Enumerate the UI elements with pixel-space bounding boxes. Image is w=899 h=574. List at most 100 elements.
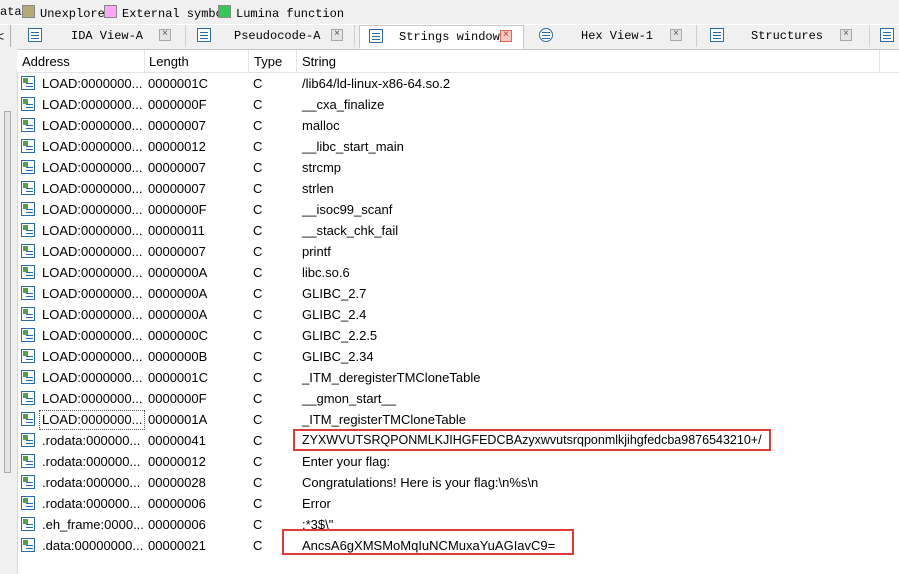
tab-strings-window[interactable]: Strings window × [359, 25, 524, 49]
table-row[interactable]: .rodata:000000... 00000012 C Enter your fla… [17, 451, 899, 472]
column-divider[interactable] [248, 50, 249, 72]
string-entry-icon [21, 139, 35, 153]
column-string[interactable]: String [302, 54, 336, 70]
close-icon[interactable]: × [500, 30, 512, 42]
legend-item-external-symbol: External symbol [104, 5, 230, 21]
table-row[interactable]: LOAD:0000000... 0000000A C GLIBC_2.4 [17, 304, 899, 325]
table-row[interactable]: .rodata:000000... 00000041 C ZYXWVUTSRQPONM… [17, 429, 899, 451]
legend-item-data: ata [0, 5, 22, 19]
tab-label: Pseudocode-A [234, 29, 321, 43]
column-divider[interactable] [879, 50, 880, 72]
string-entry-icon [21, 286, 35, 300]
address-cell: LOAD:0000000... [42, 202, 143, 217]
type-cell: C [253, 496, 263, 511]
address-cell: .data:00000000... [42, 538, 144, 553]
column-length[interactable]: Length [149, 54, 189, 70]
tab-more[interactable] [874, 25, 899, 47]
type-cell: C [253, 244, 263, 259]
column-address[interactable]: Address [22, 54, 70, 70]
address-cell: LOAD:0000000... [42, 370, 143, 385]
left-scroll-arrow[interactable]: < [0, 25, 11, 47]
string-entry-icon [21, 370, 35, 384]
string-cell: __isoc99_scanf [302, 202, 393, 217]
table-row[interactable]: LOAD:0000000... 0000000F C __gmon_start__ [17, 388, 899, 409]
length-cell: 0000000C [148, 328, 208, 343]
length-cell: 00000006 [148, 496, 206, 511]
enums-icon [880, 28, 894, 42]
tab-hex-view-1[interactable]: Hex View-1 × [528, 25, 697, 47]
tab-label: Hex View-1 [581, 29, 654, 43]
column-divider[interactable] [144, 50, 145, 72]
structures-icon [710, 28, 724, 42]
left-scrollbar[interactable] [4, 111, 11, 473]
address-cell: LOAD:0000000... [42, 139, 143, 154]
string-cell: __stack_chk_fail [302, 223, 399, 238]
string-entry-icon [21, 496, 35, 510]
tab-ida-view-a[interactable]: IDA View-A × [21, 25, 186, 47]
table-row[interactable]: .rodata:000000... 00000006 C Error [17, 493, 899, 514]
type-cell: C [253, 307, 263, 322]
string-entry-icon [21, 97, 35, 111]
column-type[interactable]: Type [254, 54, 282, 70]
type-cell: C [253, 328, 263, 343]
type-cell: C [253, 118, 263, 133]
table-row[interactable]: LOAD:0000000... 00000007 Cmalloc [17, 115, 899, 136]
type-cell: C [253, 370, 263, 385]
string-cell: GLIBC_2.4 [302, 307, 367, 322]
string-cell: _ITM_registerTMCloneTable [302, 412, 467, 427]
strings-icon [369, 29, 383, 43]
type-cell: C [253, 412, 263, 427]
pseudocode-icon [197, 28, 211, 42]
length-cell: 0000000A [148, 286, 208, 301]
close-icon[interactable]: × [331, 29, 343, 41]
address-cell: LOAD:0000000... [42, 307, 143, 322]
type-cell: C [253, 286, 263, 301]
type-cell: C [253, 160, 263, 175]
table-row[interactable]: LOAD:0000000... 0000001C C/lib64/ld-linux-… [17, 73, 899, 94]
type-cell: C [253, 265, 263, 280]
table-row[interactable]: LOAD:0000000... 0000000F C __isoc99_scanf [17, 199, 899, 220]
address-cell: LOAD:0000000... [42, 76, 143, 91]
table-row[interactable]: .rodata:000000... 00000028 C Congratulation… [17, 472, 899, 493]
table-row[interactable]: LOAD:0000000... 00000012 C __libc_start_mai… [17, 136, 899, 157]
table-row[interactable]: LOAD:0000000... 0000001C C _ITM_deregisterT… [17, 367, 899, 388]
type-cell: C [253, 433, 263, 448]
string-entry-icon [21, 160, 35, 174]
string-cell: __libc_start_main [302, 139, 404, 154]
address-cell: .rodata:000000... [42, 496, 141, 511]
external-symbol-swatch-icon [104, 5, 117, 18]
table-row[interactable]: LOAD:0000000... 00000007 Cstrcmp [17, 157, 899, 178]
length-cell: 0000000B [148, 349, 208, 364]
unexplored-swatch-icon [22, 5, 35, 18]
type-cell: C [253, 181, 263, 196]
address-cell: LOAD:0000000... [42, 223, 143, 238]
table-row[interactable]: .data:00000000... 00000021 C AncsA6gXMSMoMq… [17, 529, 899, 556]
close-icon[interactable]: × [840, 29, 852, 41]
table-row-selected[interactable]: LOAD:0000000... 0000001A C _ITM_registerTMC… [17, 409, 899, 430]
legend-item-unexplored: Unexplored [22, 5, 113, 21]
table-row[interactable]: LOAD:0000000... 0000000F C __cxa_finalize [17, 94, 899, 115]
table-row[interactable]: LOAD:0000000... 00000011 C __stack_chk_fail [17, 220, 899, 241]
address-cell: LOAD:0000000... [42, 412, 143, 427]
legend-label: Unexplored [40, 7, 113, 21]
string-entry-icon [21, 223, 35, 237]
tab-structures[interactable]: Structures × [701, 25, 870, 47]
address-cell: LOAD:0000000... [42, 349, 143, 364]
table-row[interactable]: LOAD:0000000... 0000000C C GLIBC_2.2.5 [17, 325, 899, 346]
table-row[interactable]: LOAD:0000000... 00000007 Cstrlen [17, 178, 899, 199]
table-row[interactable]: LOAD:0000000... 00000007 Cprintf [17, 241, 899, 262]
table-row[interactable]: LOAD:0000000... 0000000B C GLIBC_2.34 [17, 346, 899, 367]
chevron-left-icon: < [0, 28, 5, 44]
column-divider[interactable] [296, 50, 297, 72]
table-row[interactable]: LOAD:0000000... 0000000A Clibc.so.6 [17, 262, 899, 283]
close-icon[interactable]: × [159, 29, 171, 41]
address-cell: LOAD:0000000... [42, 160, 143, 175]
address-cell: LOAD:0000000... [42, 286, 143, 301]
string-cell: _ITM_deregisterTMCloneTable [302, 370, 481, 385]
tab-pseudocode-a[interactable]: Pseudocode-A × [190, 25, 355, 47]
length-cell: 0000001A [148, 412, 208, 427]
close-icon[interactable]: × [670, 29, 682, 41]
hex-view-icon [539, 28, 553, 42]
string-cell: libc.so.6 [302, 265, 350, 280]
table-row[interactable]: LOAD:0000000... 0000000A C GLIBC_2.7 [17, 283, 899, 304]
